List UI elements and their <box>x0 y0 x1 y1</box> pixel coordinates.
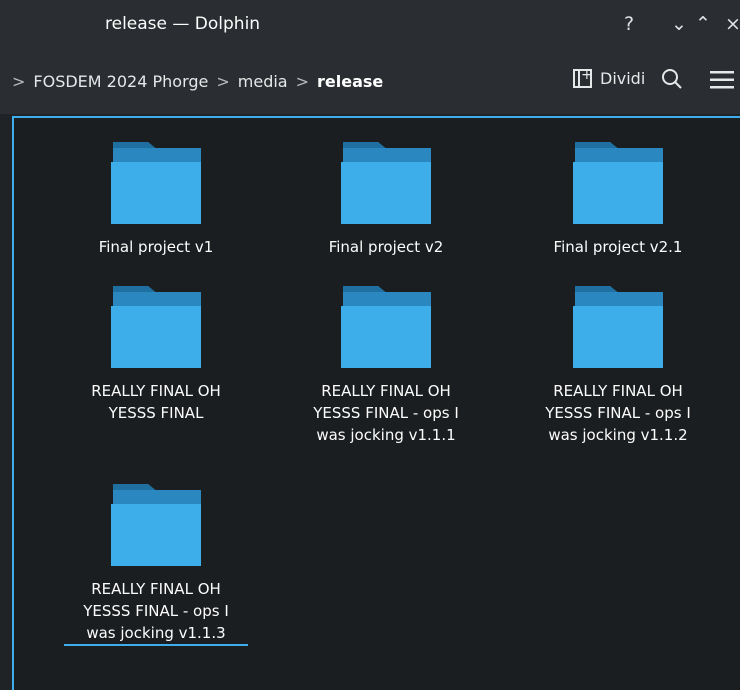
folder-icon <box>573 142 663 224</box>
folder-icon <box>573 286 663 368</box>
folder-item[interactable]: REALLY FINAL OH YESSS FINAL - ops I was … <box>518 286 718 446</box>
maximize-button[interactable]: ⌃ <box>692 12 714 36</box>
toolbar: > FOSDEM 2024 Phorge > media > release D… <box>0 52 740 114</box>
help-button[interactable]: ? <box>618 12 640 36</box>
folder-icon <box>111 286 201 368</box>
folder-name: REALLY FINAL OH YESSS FINAL <box>91 382 221 422</box>
folder-item[interactable]: Final project v2.1 <box>518 142 718 258</box>
folder-item[interactable]: REALLY FINAL OH YESSS FINAL - ops I was … <box>286 286 486 446</box>
breadcrumb-separator[interactable]: > <box>216 72 229 91</box>
window-title: release — Dolphin <box>105 14 261 34</box>
breadcrumb-item-fosdem[interactable]: FOSDEM 2024 Phorge <box>33 72 208 91</box>
split-view-icon <box>573 67 593 88</box>
folder-item[interactable]: Final project v1 <box>56 142 256 258</box>
breadcrumb-item-release[interactable]: release <box>317 72 383 91</box>
close-button[interactable]: × <box>722 12 740 36</box>
folder-name: REALLY FINAL OH YESSS FINAL - ops I was … <box>64 578 248 646</box>
folder-icon <box>111 484 201 566</box>
breadcrumb-leading-separator[interactable]: > <box>12 72 25 91</box>
breadcrumb: > FOSDEM 2024 Phorge > media > release <box>12 72 383 91</box>
folder-item-focused[interactable]: REALLY FINAL OH YESSS FINAL - ops I was … <box>56 484 256 646</box>
folder-icon <box>111 142 201 224</box>
split-view-label: Dividi <box>600 69 646 88</box>
breadcrumb-item-media[interactable]: media <box>238 72 288 91</box>
breadcrumb-separator[interactable]: > <box>296 72 309 91</box>
folder-item[interactable]: Final project v2 <box>286 142 486 258</box>
folder-icon <box>341 142 431 224</box>
folder-icon <box>341 286 431 368</box>
minimize-button[interactable]: ⌄ <box>668 12 690 36</box>
folder-name: REALLY FINAL OH YESSS FINAL - ops I was … <box>313 382 459 444</box>
folder-name: Final project v2 <box>328 238 444 256</box>
split-view-button[interactable]: Dividi <box>573 67 646 88</box>
hamburger-menu-icon[interactable] <box>710 70 734 90</box>
folder-name: REALLY FINAL OH YESSS FINAL - ops I was … <box>545 382 691 444</box>
folder-name: Final project v1 <box>98 238 214 256</box>
search-icon[interactable] <box>661 68 683 90</box>
folder-item[interactable]: REALLY FINAL OH YESSS FINAL <box>56 286 256 424</box>
title-bar[interactable]: release — Dolphin ? ⌄ ⌃ × <box>0 0 740 52</box>
folder-name: Final project v2.1 <box>553 238 683 256</box>
file-view[interactable]: Final project v1 Final project v2 Final … <box>12 116 740 690</box>
